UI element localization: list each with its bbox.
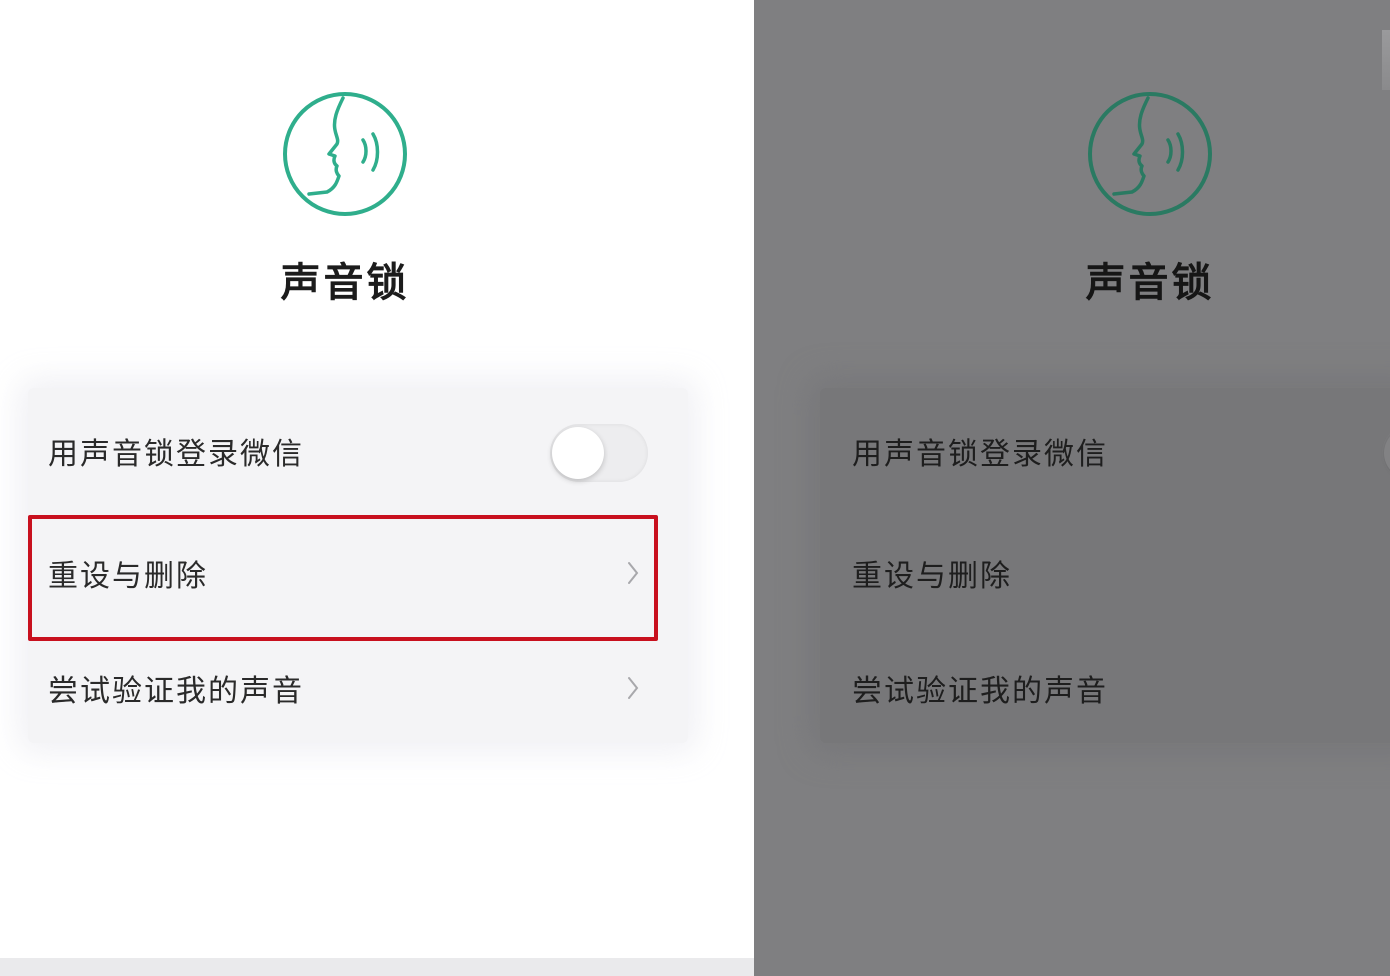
setting-row-voice-login[interactable]: 用声音锁登录微信 (820, 396, 1390, 506)
voice-login-toggle[interactable] (1382, 424, 1390, 482)
settings-card: 用声音锁登录微信 重设与删除 尝试验证我的声音 (28, 388, 688, 743)
bottom-strip (0, 958, 754, 976)
setting-row-try-verify[interactable]: 尝试验证我的声音 (28, 633, 688, 743)
left-screen: 声音锁 用声音锁登录微信 重设与删除 尝试验证我的声音 (0, 0, 754, 976)
setting-label: 重设与删除 (852, 559, 1012, 594)
voice-lock-face-icon (1088, 92, 1212, 216)
setting-label: 尝试验证我的声音 (852, 674, 1108, 709)
setting-label: 尝试验证我的声音 (48, 674, 304, 709)
chevron-right-icon (628, 677, 639, 699)
toggle-knob (1384, 427, 1390, 479)
setting-label: 用声音锁登录微信 (48, 437, 304, 472)
toggle-knob (552, 427, 604, 479)
page-title: 声音锁 (280, 260, 410, 306)
voice-lock-face-icon (283, 92, 407, 216)
setting-label: 用声音锁登录微信 (852, 437, 1108, 472)
setting-row-try-verify[interactable]: 尝试验证我的声音 (820, 633, 1390, 743)
setting-row-reset-delete[interactable]: 重设与删除 (28, 518, 688, 628)
chevron-right-icon (628, 562, 639, 584)
voice-login-toggle[interactable] (550, 424, 648, 482)
page-title: 声音锁 (1085, 260, 1215, 306)
setting-row-voice-login[interactable]: 用声音锁登录微信 (28, 396, 688, 506)
edge-fragment (1382, 30, 1390, 90)
setting-label: 重设与删除 (48, 559, 208, 594)
right-screen-dimmed: 声音锁 用声音锁登录微信 重设与删除 尝试验证我的声音 (754, 0, 1390, 976)
setting-row-reset-delete[interactable]: 重设与删除 (820, 518, 1390, 628)
settings-card: 用声音锁登录微信 重设与删除 尝试验证我的声音 (820, 388, 1390, 743)
